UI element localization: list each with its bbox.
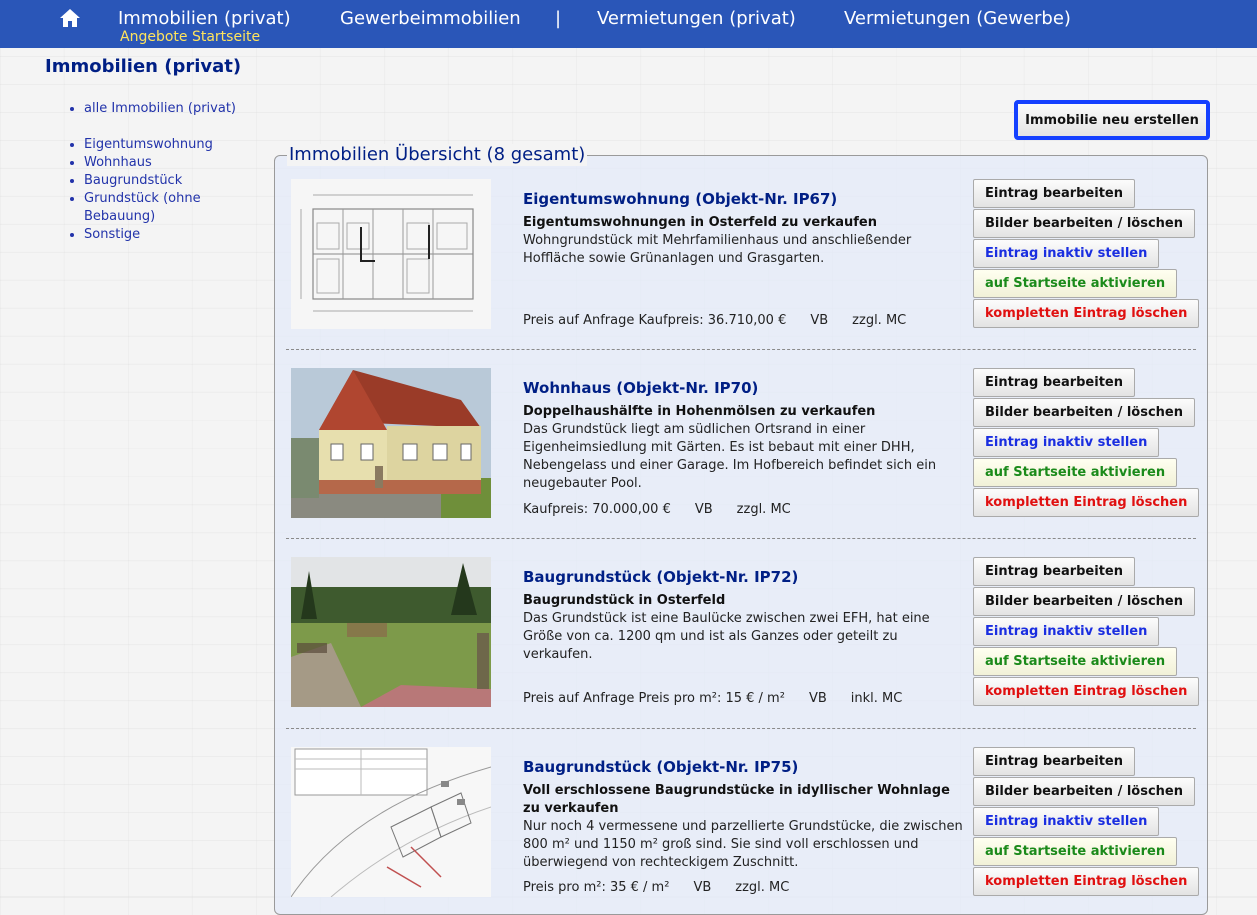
nav-gewerbeimmobilien[interactable]: Gewerbeimmobilien (340, 8, 521, 30)
nav-separator: | (555, 8, 562, 29)
entry-divider (286, 349, 1196, 350)
listing-title[interactable]: Baugrundstück (Objekt-Nr. IP72) (523, 567, 798, 587)
edit-pictures-button[interactable]: Bilder bearbeiten / löschen (973, 209, 1196, 238)
listing-entry: Eigentumswohnung (Objekt-Nr. IP67) Eigen… (274, 179, 1208, 369)
edit-entry-button[interactable]: Eintrag bearbeiten (973, 747, 1135, 776)
listing-entry: Wohnhaus (Objekt-Nr. IP70) Doppelhaushäl… (274, 368, 1208, 558)
listing-price-row: Kaufpreis: 70.000,00 € VB zzgl. MC (523, 501, 815, 519)
activate-startpage-button[interactable]: auf Startseite aktivieren (973, 458, 1178, 487)
listing-price: Preis auf Anfrage Kaufpreis: 36.710,00 € (523, 313, 787, 328)
listing-price-row: Preis auf Anfrage Preis pro m²: 15 € / m… (523, 690, 926, 708)
delete-entry-button[interactable]: kompletten Eintrag löschen (973, 677, 1200, 706)
listing-price-row: Preis auf Anfrage Kaufpreis: 36.710,00 €… (523, 312, 930, 330)
edit-pictures-button[interactable]: Bilder bearbeiten / löschen (973, 587, 1196, 616)
home-icon[interactable] (60, 9, 80, 27)
entry-divider (286, 538, 1196, 539)
listing-title[interactable]: Wohnhaus (Objekt-Nr. IP70) (523, 378, 758, 398)
activate-startpage-button[interactable]: auf Startseite aktivieren (973, 837, 1178, 866)
listing-mc: zzgl. MC (736, 502, 791, 517)
top-nav-bar: Immobilien (privat) Gewerbeimmobilien | … (0, 0, 1257, 48)
listing-price: Kaufpreis: 70.000,00 € (523, 502, 671, 517)
edit-pictures-button[interactable]: Bilder bearbeiten / löschen (973, 398, 1196, 427)
delete-entry-button[interactable]: kompletten Eintrag löschen (973, 867, 1200, 896)
activate-startpage-button[interactable]: auf Startseite aktivieren (973, 269, 1178, 298)
sidebar-item-sonstige[interactable]: Sonstige (84, 226, 244, 244)
listing-price: Preis auf Anfrage Preis pro m²: 15 € / m… (523, 691, 785, 706)
listing-description: Das Grundstück liegt am südlichen Ortsra… (523, 422, 937, 491)
listing-vb: VB (693, 880, 712, 895)
listing-description: Wohngrundstück mit Mehrfamilienhaus und … (523, 233, 912, 266)
nav-vermietungen-privat[interactable]: Vermietungen (privat) (597, 8, 796, 30)
listing-subtitle: Eigentumswohnungen in Osterfeld zu verka… (523, 215, 878, 230)
listing-subtitle: Doppelhaushälfte in Hohenmölsen zu verka… (523, 404, 876, 419)
set-inactive-button[interactable]: Eintrag inaktiv stellen (973, 239, 1160, 268)
listing-mc: zzgl. MC (852, 313, 907, 328)
listing-mc: zzgl. MC (735, 880, 790, 895)
sidebar-item-wohnhaus[interactable]: Wohnhaus (84, 154, 244, 172)
listing-vb: VB (810, 313, 829, 328)
listing-description: Das Grundstück ist eine Baulücke zwische… (523, 611, 930, 662)
nav-angebote-startseite[interactable]: Angebote Startseite (120, 29, 260, 46)
listing-image-floorplan[interactable] (291, 179, 491, 329)
entry-divider (286, 728, 1196, 729)
nav-immobilien-privat[interactable]: Immobilien (privat) (118, 8, 291, 30)
create-property-button[interactable]: Immobilie neu erstellen (1014, 100, 1210, 140)
listing-image-plot[interactable] (291, 557, 491, 707)
set-inactive-button[interactable]: Eintrag inaktiv stellen (973, 617, 1160, 646)
activate-startpage-button[interactable]: auf Startseite aktivieren (973, 647, 1178, 676)
sidebar-item-all[interactable]: alle Immobilien (privat) (84, 100, 244, 118)
delete-entry-button[interactable]: kompletten Eintrag löschen (973, 299, 1200, 328)
listing-subtitle: Voll erschlossene Baugrundstücke in idyl… (523, 783, 950, 816)
overview-legend: Immobilien Übersicht (8 gesamt) (287, 144, 588, 166)
listing-mc: inkl. MC (850, 691, 903, 706)
sidebar-item-eigentumswohnung[interactable]: Eigentumswohnung (84, 136, 244, 154)
nav-vermietungen-gewerbe[interactable]: Vermietungen (Gewerbe) (844, 8, 1071, 30)
listing-title[interactable]: Baugrundstück (Objekt-Nr. IP75) (523, 757, 798, 777)
listing-image-house[interactable] (291, 368, 491, 518)
listing-description: Nur noch 4 vermessene und parzellierte G… (523, 819, 963, 870)
listing-entry: Baugrundstück (Objekt-Nr. IP75) Voll ers… (274, 747, 1208, 897)
set-inactive-button[interactable]: Eintrag inaktiv stellen (973, 428, 1160, 457)
delete-entry-button[interactable]: kompletten Eintrag löschen (973, 488, 1200, 517)
listing-price-row: Preis pro m²: 35 € / m² VB zzgl. MC (523, 879, 813, 897)
edit-entry-button[interactable]: Eintrag bearbeiten (973, 557, 1135, 586)
sidebar-category-list: alle Immobilien (privat) Eigentumswohnun… (68, 100, 244, 244)
listing-image-siteplan[interactable] (291, 747, 491, 897)
edit-entry-button[interactable]: Eintrag bearbeiten (973, 368, 1135, 397)
page-title: Immobilien (privat) (45, 56, 242, 77)
listing-vb: VB (694, 502, 713, 517)
sidebar-item-grundstueck[interactable]: Grundstück (ohne Bebauung) (84, 190, 244, 226)
listing-entry: Baugrundstück (Objekt-Nr. IP72) Baugrund… (274, 557, 1208, 747)
listing-title[interactable]: Eigentumswohnung (Objekt-Nr. IP67) (523, 189, 837, 209)
edit-pictures-button[interactable]: Bilder bearbeiten / löschen (973, 777, 1196, 806)
listing-price: Preis pro m²: 35 € / m² (523, 880, 670, 895)
listing-subtitle: Baugrundstück in Osterfeld (523, 593, 726, 608)
edit-entry-button[interactable]: Eintrag bearbeiten (973, 179, 1135, 208)
set-inactive-button[interactable]: Eintrag inaktiv stellen (973, 807, 1160, 836)
sidebar-item-baugrundstueck[interactable]: Baugrundstück (84, 172, 244, 190)
listing-vb: VB (808, 691, 827, 706)
